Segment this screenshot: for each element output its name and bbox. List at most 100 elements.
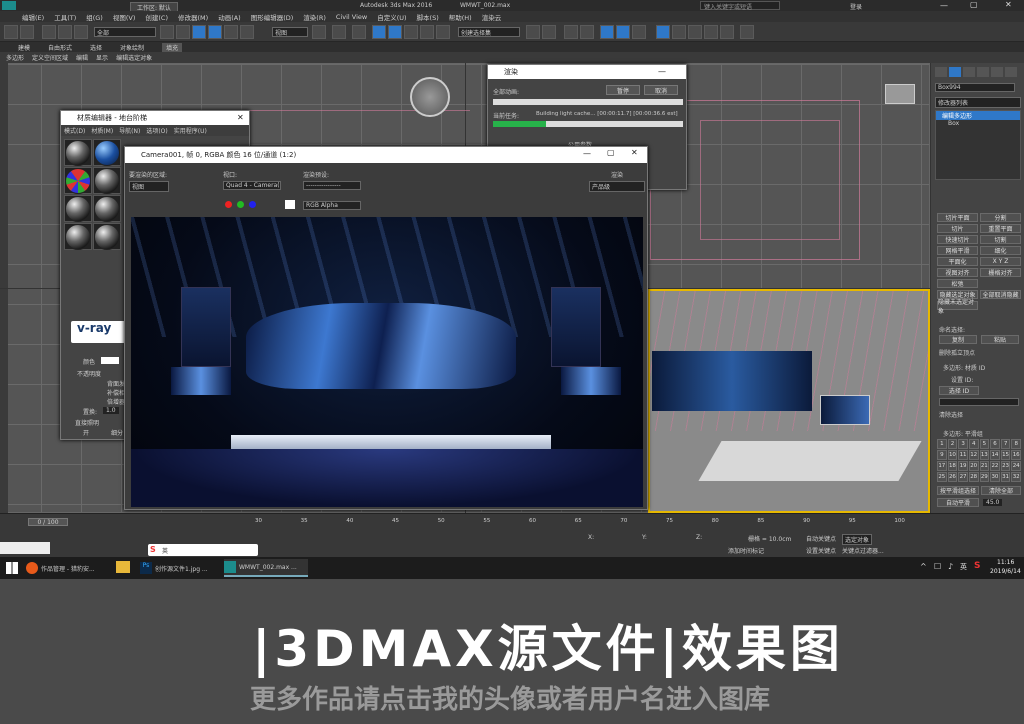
red-channel-icon[interactable] [225,201,232,208]
smoothing-group-button[interactable]: 22 [990,461,1000,471]
paste-button[interactable]: 粘贴 [981,335,1019,344]
cancel-button[interactable]: 取消 [644,85,678,95]
link-icon[interactable] [42,25,56,39]
ribbon-tab-object-paint[interactable]: 对象绘制 [120,43,144,52]
maxscript-listener[interactable] [0,542,50,554]
smoothing-group-button[interactable]: 30 [990,472,1000,482]
menu-render-cloud[interactable]: 渲染云 [482,12,502,22]
smoothing-group-button[interactable]: 8 [1011,439,1021,449]
material-slot[interactable] [64,167,92,194]
blue-channel-icon[interactable] [249,201,256,208]
auto-smooth-input[interactable]: 45.0 [983,499,1003,506]
object-name-input[interactable]: Box994 [935,83,1015,92]
rect-select-icon[interactable] [192,25,206,39]
create-tab-icon[interactable] [935,67,947,77]
ribbon-tab-modeling[interactable]: 建模 [18,43,30,52]
smoothing-group-button[interactable]: 5 [979,439,990,449]
spinner-snap-icon[interactable] [420,25,434,39]
vfb-close-icon[interactable]: ✕ [631,148,638,157]
menu-group[interactable]: 组(G) [86,12,103,22]
clear-all-button[interactable]: 清除全部 [981,486,1021,495]
me-menu-material[interactable]: 材质(M) [91,126,113,135]
folder-icon[interactable] [116,561,130,573]
swatch-icon[interactable] [285,200,295,209]
taskbar-item-max[interactable]: WMWT_002.max ... [224,559,308,577]
max-logo-icon[interactable] [2,1,16,10]
layer-icon[interactable] [564,25,578,39]
menu-create[interactable]: 创建(C) [145,12,168,22]
vfb-minimize-icon[interactable]: — [583,149,591,158]
split-button[interactable]: 分割 [980,213,1021,222]
me-menu-navigation[interactable]: 导航(N) [119,126,140,135]
manipulate-icon[interactable] [332,25,346,39]
curve-editor-icon[interactable] [600,25,614,39]
auto-smooth-button[interactable]: 自动平滑 [937,498,979,507]
clear-selection-checkbox[interactable]: 清除选择 [939,410,963,419]
viewport-select[interactable]: Quad 4 - Camera( [223,181,281,190]
align-icon[interactable] [542,25,556,39]
render-button[interactable]: 渲染 [611,170,623,179]
motion-tab-icon[interactable] [977,67,989,77]
auto-key-button[interactable]: 自动关键点 [806,534,836,543]
ribbon-polygon[interactable]: 多边形 [6,53,24,62]
vfb-maximize-icon[interactable]: ▢ [607,148,615,157]
grid-align-button[interactable]: 栅格对齐 [980,268,1021,277]
slice-plane-button[interactable]: 切片平面 [937,213,978,222]
display-tab-icon[interactable] [991,67,1003,77]
smoothing-group-button[interactable]: 9 [937,450,947,460]
percent-snap-icon[interactable] [404,25,418,39]
render-cloud-icon[interactable] [720,25,734,39]
quickslice-button[interactable]: 快速切片 [937,235,978,244]
menu-help[interactable]: 帮助(H) [449,12,472,22]
menu-graph-editors[interactable]: 图形编辑器(D) [251,12,294,22]
selection-filter-select[interactable]: 全部 [94,27,156,37]
meshsmooth-button[interactable]: 网格平滑 [937,246,978,255]
menu-view[interactable]: 视图(V) [113,12,136,22]
menu-rendering[interactable]: 渲染(R) [303,12,326,22]
redo-icon[interactable] [20,25,34,39]
cut-button[interactable]: 切割 [980,235,1021,244]
me-menu-utilities[interactable]: 实用程序(U) [174,126,207,135]
tray-chevron-icon[interactable]: ^ [920,562,927,571]
pause-button[interactable]: 暂停 [606,85,640,95]
smoothing-group-button[interactable]: 11 [958,450,968,460]
area-to-render-select[interactable]: 视图 [129,181,169,192]
smoothing-group-button[interactable]: 31 [1000,472,1011,482]
menu-animation[interactable]: 动画(A) [218,12,241,22]
material-slot[interactable] [64,139,92,166]
stack-item-box[interactable]: Box [936,120,1020,129]
reset-plane-button[interactable]: 重置平面 [980,224,1021,233]
material-slot[interactable] [93,139,121,166]
smoothing-group-button[interactable]: 32 [1011,472,1021,482]
smoothing-group-button[interactable]: 6 [990,439,1000,449]
me-menu-options[interactable]: 选项(O) [146,126,167,135]
unhide-all-button[interactable]: 全部取消隐藏 [980,290,1021,299]
keyboard-shortcut-icon[interactable] [352,25,366,39]
render-dialog-close-icon[interactable]: — [658,67,666,76]
volume-icon[interactable]: ♪ [948,562,953,571]
smoothing-group-button[interactable]: 4 [968,439,979,449]
hierarchy-tab-icon[interactable] [963,67,975,77]
taskbar-item-manage[interactable]: 作品管理 - 猎豹安... [26,559,106,577]
time-slider[interactable]: 0 / 100 [28,518,68,526]
replace-input[interactable]: 1.0 [103,407,119,414]
close-icon[interactable]: ✕ [1005,0,1012,9]
menu-civil-view[interactable]: Civil View [336,13,367,21]
smoothing-group-button[interactable]: 28 [968,472,979,482]
bind-icon[interactable] [74,25,88,39]
angle-snap-icon[interactable] [388,25,402,39]
ime-lang[interactable]: 英 [162,546,168,555]
color-swatch[interactable] [101,357,119,364]
viewcube-icon[interactable] [410,77,450,117]
render-setup-icon[interactable] [656,25,670,39]
login-link[interactable]: 登录 [850,2,862,11]
material-slot[interactable] [93,195,121,222]
menu-modifiers[interactable]: 修改器(M) [178,12,208,22]
add-time-tag-button[interactable]: 添加时间标记 [728,546,764,555]
network-icon[interactable]: ☐ [934,562,941,571]
undo-icon[interactable] [4,25,18,39]
select-id-button[interactable]: 选择 ID [939,386,979,395]
key-filters-button[interactable]: 关键点过滤器... [842,546,884,555]
named-selection-set-select[interactable]: 创建选择集 [458,27,520,37]
render-production-icon[interactable] [688,25,702,39]
